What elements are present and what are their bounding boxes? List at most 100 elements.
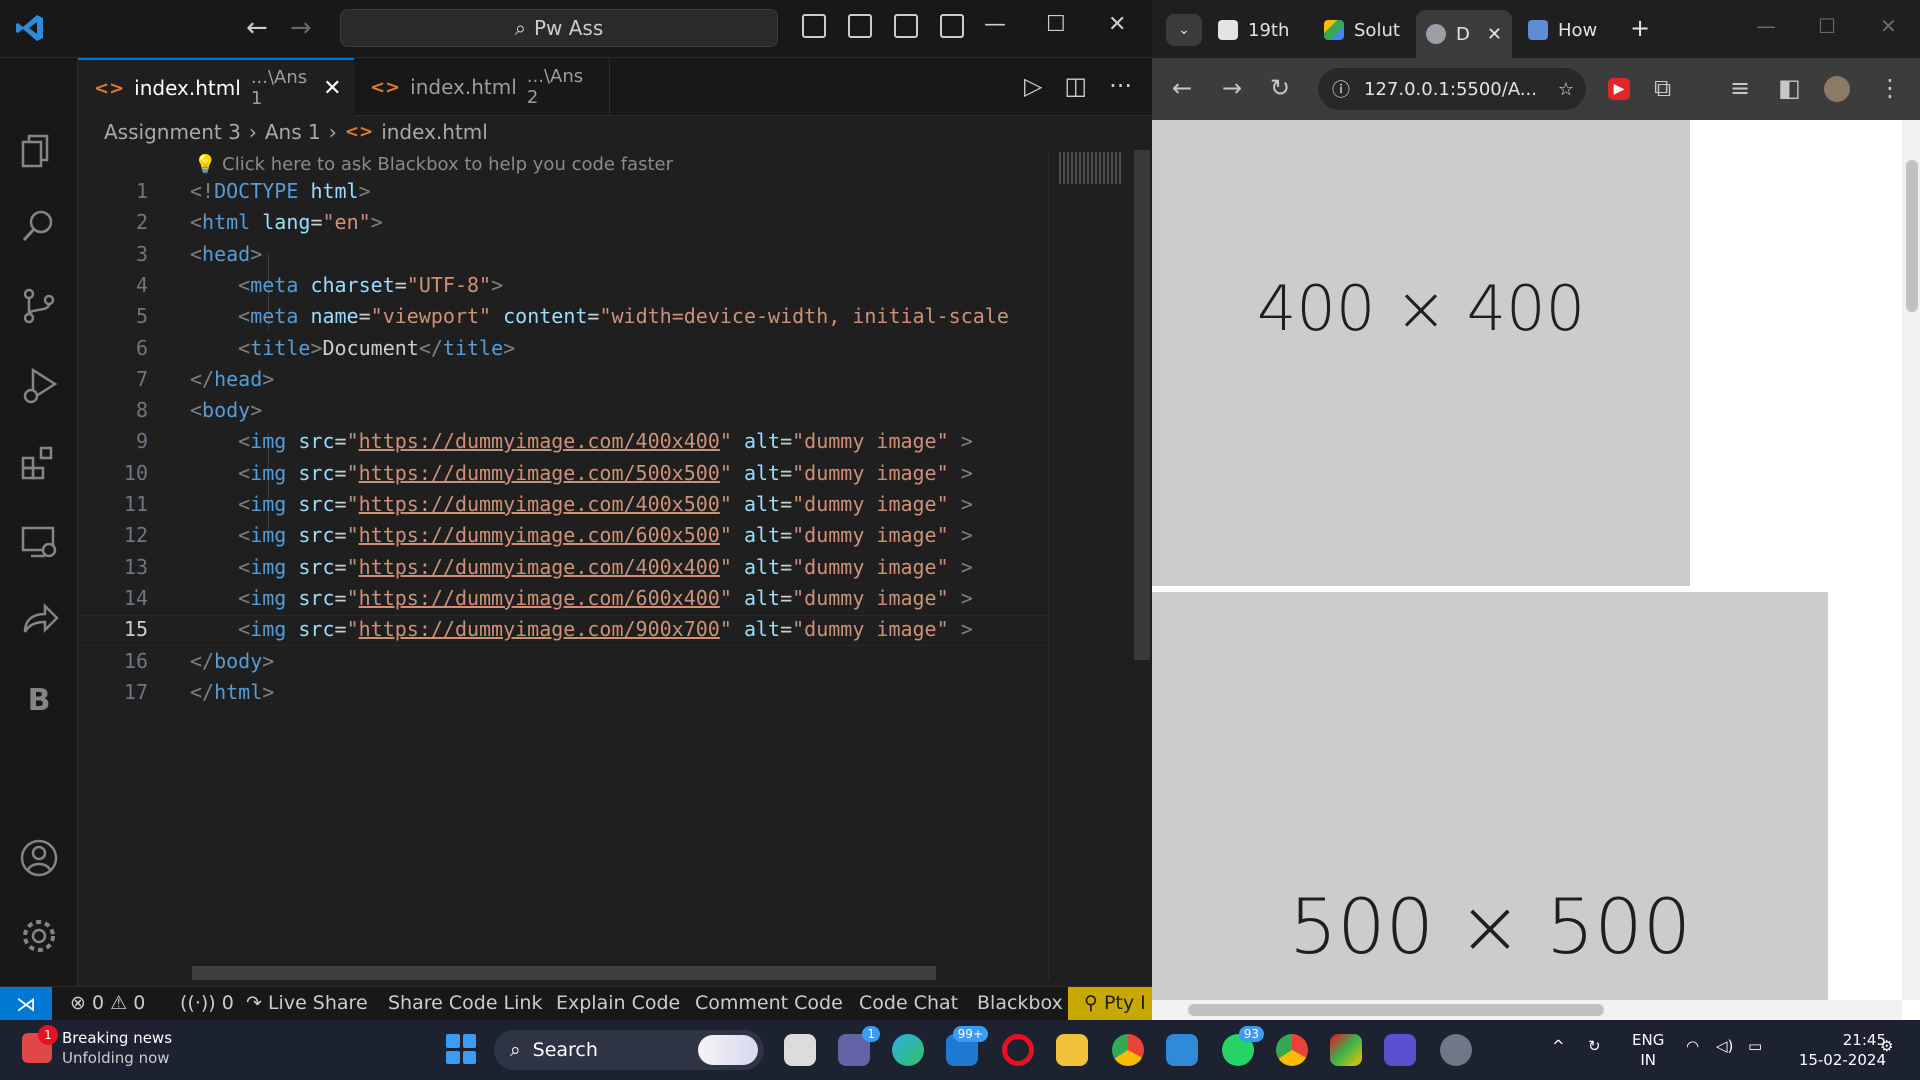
toggle-secondary-sidebar-icon[interactable] [894, 14, 918, 38]
wifi-icon[interactable]: ◠ [1686, 1036, 1699, 1056]
language-indicator[interactable]: ENG IN [1632, 1030, 1664, 1070]
new-tab-icon[interactable]: + [1630, 14, 1650, 42]
minimap[interactable] [1048, 150, 1134, 980]
task-view-icon[interactable] [784, 1034, 816, 1066]
go-back-icon[interactable]: ← [246, 14, 268, 42]
code-line[interactable]: 10 <img src="https://dummyimage.com/500x… [78, 458, 1048, 489]
share-code-link-button[interactable]: Share Code Link [388, 992, 542, 1014]
edge-icon[interactable] [892, 1034, 924, 1066]
chrome-icon[interactable] [1112, 1034, 1144, 1066]
maximize-icon[interactable]: ☐ [1818, 14, 1836, 38]
site-info-icon[interactable]: ⓘ [1332, 76, 1350, 102]
code-line[interactable]: 3 <head> [78, 239, 1048, 270]
settings-app-icon[interactable] [1440, 1034, 1472, 1066]
page-horizontal-scrollbar[interactable] [1152, 1000, 1902, 1020]
taskbar-search[interactable]: ⌕ Search [494, 1030, 764, 1070]
scroll-thumb[interactable] [1188, 1004, 1604, 1016]
browser-tab[interactable]: 19th [1218, 12, 1289, 48]
code-line[interactable]: 1 <!DOCTYPE html> [78, 176, 1048, 207]
extensions-puzzle-icon[interactable]: ⧉ [1654, 74, 1671, 102]
back-icon[interactable]: ← [1172, 74, 1192, 102]
tab-index-ans2[interactable]: <> index.html ...\Ans 2 [354, 58, 610, 116]
bookmark-star-icon[interactable]: ☆ [1558, 79, 1574, 100]
blackbox-icon[interactable]: B [19, 680, 59, 720]
remote-indicator-icon[interactable]: ⋊ [0, 987, 52, 1021]
code-line[interactable]: 16 </body> [78, 646, 1048, 677]
breadcrumb-subfolder[interactable]: Ans 1 [265, 120, 321, 144]
opera-icon[interactable] [1002, 1034, 1034, 1066]
explorer-icon[interactable] [19, 130, 59, 170]
minimize-icon[interactable]: — [984, 12, 1006, 37]
app-icon[interactable] [1330, 1034, 1362, 1066]
tab-search-icon[interactable]: ⌄ [1166, 14, 1202, 46]
sync-icon[interactable]: ↻ [1588, 1036, 1601, 1056]
editor-vertical-scrollbar[interactable] [1134, 150, 1150, 660]
notifications-icon[interactable]: ⚙ [1880, 1036, 1893, 1056]
close-window-icon[interactable]: ✕ [1880, 14, 1897, 38]
code-line[interactable]: 4 <meta charset="UTF-8"> [78, 270, 1048, 301]
live-share-status[interactable]: ↷ Live Share [246, 992, 368, 1014]
code-line[interactable]: 2 <html lang="en"> [78, 207, 1048, 238]
clock[interactable]: 21:45 15-02-2024 [1786, 1030, 1886, 1070]
code-line[interactable]: 15 <img src="https://dummyimage.com/900x… [78, 614, 1048, 645]
editor-horizontal-scrollbar[interactable] [192, 966, 936, 980]
toggle-primary-sidebar-icon[interactable] [802, 14, 826, 38]
battery-icon[interactable]: ▭ [1748, 1036, 1762, 1056]
close-window-icon[interactable]: ✕ [1108, 12, 1126, 37]
code-line[interactable]: 13 <img src="https://dummyimage.com/400x… [78, 552, 1048, 583]
page-vertical-scrollbar[interactable] [1902, 120, 1920, 1000]
forward-icon[interactable]: → [1222, 74, 1242, 102]
code-line[interactable]: 7 </head> [78, 364, 1048, 395]
media-app-icon[interactable] [1384, 1034, 1416, 1066]
whatsapp-icon[interactable]: 93 [1222, 1026, 1264, 1066]
settings-icon[interactable] [19, 916, 59, 956]
blackbox-button[interactable]: Blackbox [977, 992, 1063, 1014]
profile-avatar[interactable] [1824, 76, 1850, 102]
ports-indicator[interactable]: ((·)) 0 [180, 992, 234, 1014]
code-line[interactable]: 17 </html> [78, 677, 1048, 708]
media-controls-icon[interactable]: ≡ [1730, 74, 1750, 102]
minimize-icon[interactable]: — [1756, 14, 1776, 38]
close-tab-icon[interactable]: ✕ [323, 76, 341, 101]
explain-code-button[interactable]: Explain Code [556, 992, 680, 1014]
code-line[interactable]: 6 <title>Document</title> [78, 333, 1048, 364]
browser-tab[interactable]: Solut [1324, 12, 1400, 48]
comment-code-button[interactable]: Comment Code [695, 992, 843, 1014]
split-editor-icon[interactable]: ◫ [1064, 72, 1087, 100]
volume-icon[interactable]: ◁) [1716, 1036, 1733, 1056]
file-explorer-icon[interactable] [1056, 1034, 1088, 1066]
vscode-taskbar-icon[interactable] [1166, 1034, 1198, 1066]
close-tab-icon[interactable]: ✕ [1487, 24, 1502, 45]
code-editor[interactable]: 1 <!DOCTYPE html> 2 <html lang="en"> 3 <head>… [78, 176, 1048, 966]
tab-index-ans1[interactable]: <> index.html ...\Ans 1 ✕ [78, 58, 354, 116]
scroll-thumb[interactable] [1906, 160, 1918, 312]
maximize-icon[interactable]: ☐ [1046, 12, 1066, 37]
browser-tab-active[interactable]: D ✕ [1416, 10, 1512, 58]
accounts-icon[interactable] [19, 838, 59, 878]
extension-icon[interactable]: ▶ [1608, 78, 1630, 100]
command-center[interactable]: ⌕ Pw Ass [340, 9, 778, 47]
code-line[interactable]: 5 <meta name="viewport" content="width=d… [78, 301, 1048, 332]
blackbox-codelens[interactable]: 💡 Click here to ask Blackbox to help you… [194, 154, 673, 175]
breadcrumb-folder[interactable]: Assignment 3 [104, 120, 241, 144]
breadcrumb-file[interactable]: index.html [381, 120, 488, 144]
mail-icon[interactable]: 99+ [946, 1026, 988, 1066]
start-button-icon[interactable] [446, 1034, 476, 1064]
code-line[interactable]: 11 <img src="https://dummyimage.com/400x… [78, 489, 1048, 520]
browser-menu-icon[interactable]: ⋮ [1878, 74, 1902, 102]
remote-explorer-icon[interactable] [19, 522, 59, 562]
news-widget[interactable]: 1 Breaking news Unfolding now [22, 1025, 172, 1068]
toggle-panel-icon[interactable] [848, 14, 872, 38]
problems-indicator[interactable]: ⊗ 0 ⚠ 0 [70, 992, 145, 1014]
customize-layout-icon[interactable] [940, 14, 964, 38]
code-chat-button[interactable]: Code Chat [859, 992, 958, 1014]
run-icon[interactable]: ▷ [1024, 72, 1042, 100]
extensions-icon[interactable] [19, 444, 59, 484]
run-debug-icon[interactable] [19, 366, 59, 406]
browser-tab[interactable]: How [1528, 12, 1597, 48]
code-line[interactable]: 14 <img src="https://dummyimage.com/600x… [78, 583, 1048, 614]
live-share-icon[interactable] [19, 600, 59, 640]
more-actions-icon[interactable]: ··· [1109, 72, 1132, 100]
code-line[interactable]: 12 <img src="https://dummyimage.com/600x… [78, 520, 1048, 551]
search-icon[interactable] [19, 206, 59, 246]
